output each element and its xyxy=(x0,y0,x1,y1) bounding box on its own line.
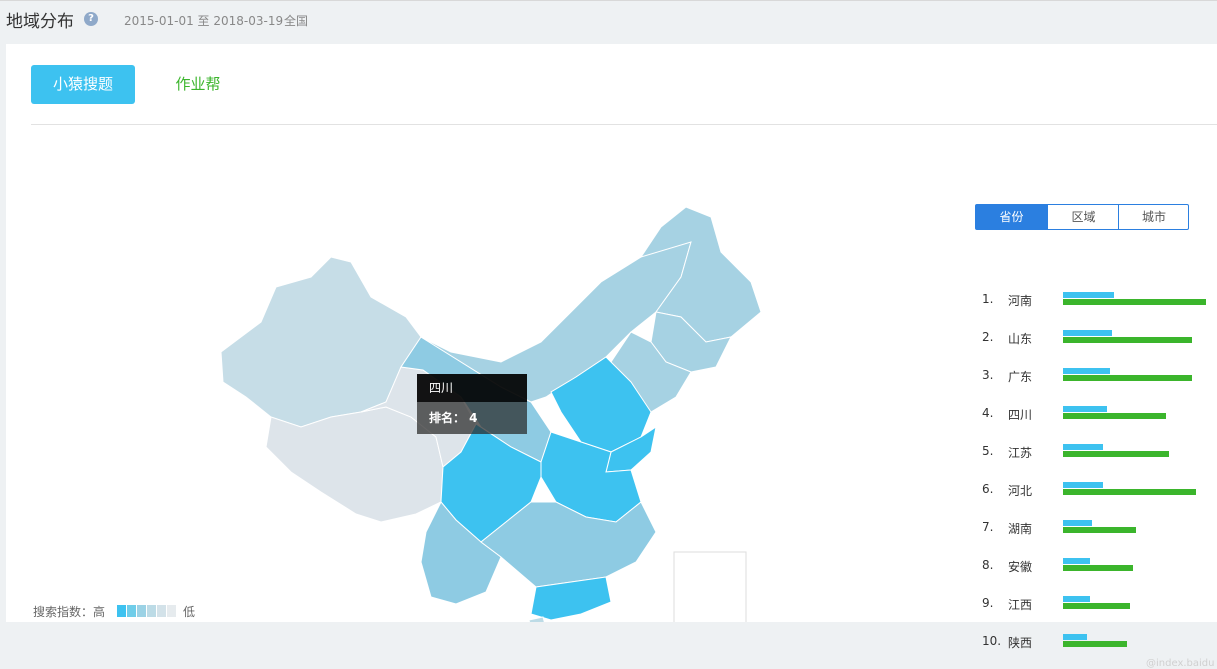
page-title: 地域分布 xyxy=(6,12,74,32)
rank-bar-zuoyebang xyxy=(1063,641,1127,647)
rank-province-name[interactable]: 江苏 xyxy=(1008,444,1032,461)
ranking-row: 8. 安徽 xyxy=(982,551,1217,589)
rank-bar-zuoyebang xyxy=(1063,565,1133,571)
legend-swatch xyxy=(147,605,156,617)
ranking-row: 7. 湖南 xyxy=(982,513,1217,551)
rank-bar-xiaoyuan xyxy=(1063,444,1103,450)
rank-bar-xiaoyuan xyxy=(1063,596,1090,602)
rank-province-name[interactable]: 安徽 xyxy=(1008,558,1032,575)
rank-bar-xiaoyuan xyxy=(1063,406,1107,412)
rank-bar-zuoyebang xyxy=(1063,451,1169,457)
rank-number: 10. xyxy=(982,634,1002,648)
legend-swatch xyxy=(117,605,126,617)
south-sea-inset xyxy=(673,551,747,622)
rank-bar-zuoyebang xyxy=(1063,375,1192,381)
keyword-tab-zuoyebang[interactable]: 作业帮 xyxy=(156,65,240,104)
rank-province-name[interactable]: 山东 xyxy=(1008,330,1032,347)
legend-low-label: 低 xyxy=(183,605,196,619)
ranking-row: 2. 山东 xyxy=(982,323,1217,361)
rank-province-name[interactable]: 四川 xyxy=(1008,406,1032,423)
tab-city[interactable]: 城市 xyxy=(1118,205,1189,229)
tab-province[interactable]: 省份 xyxy=(976,205,1047,229)
rank-number: 1. xyxy=(982,292,994,306)
rank-bar-xiaoyuan xyxy=(1063,558,1090,564)
rank-number: 7. xyxy=(982,520,994,534)
rank-number: 3. xyxy=(982,368,994,382)
legend-high-label: 搜索指数：高 xyxy=(33,605,106,619)
rank-bar-zuoyebang xyxy=(1063,603,1130,609)
rank-number: 2. xyxy=(982,330,994,344)
rank-bar-xiaoyuan xyxy=(1063,482,1103,488)
region-scope: 全国 xyxy=(284,14,309,28)
rank-bar-xiaoyuan xyxy=(1063,520,1092,526)
ranking-row: 1. 河南 xyxy=(982,285,1217,323)
map-tooltip: 四川 排名： 4 xyxy=(417,374,527,434)
legend-swatch xyxy=(127,605,136,617)
tooltip-province: 四川 xyxy=(417,374,527,402)
rank-number: 5. xyxy=(982,444,994,458)
legend-swatch xyxy=(167,605,176,617)
rank-province-name[interactable]: 江西 xyxy=(1008,596,1032,613)
rank-bar-zuoyebang xyxy=(1063,489,1196,495)
rank-bar-xiaoyuan xyxy=(1063,330,1112,336)
rank-province-name[interactable]: 河南 xyxy=(1008,292,1032,309)
ranking-row: 9. 江西 xyxy=(982,589,1217,627)
header: 地域分布 ? 2015-01-01 至 2018-03-19 全国 xyxy=(0,0,1217,43)
ranking-tab-group: 省份 区域 城市 xyxy=(975,204,1189,230)
rank-province-name[interactable]: 湖南 xyxy=(1008,520,1032,537)
rank-bar-zuoyebang xyxy=(1063,527,1136,533)
rank-province-name[interactable]: 河北 xyxy=(1008,482,1032,499)
ranking-row: 3. 广东 xyxy=(982,361,1217,399)
ranking-row: 5. 江苏 xyxy=(982,437,1217,475)
keyword-tab-xiaoyuan[interactable]: 小猿搜题 xyxy=(31,65,135,104)
rank-bar-xiaoyuan xyxy=(1063,292,1114,298)
legend-scale xyxy=(117,605,176,617)
rank-bar-zuoyebang xyxy=(1063,337,1192,343)
region-panel: 小猿搜题 作业帮 南海 诸岛 四川 排名： 4 搜索指数：高 低 省份 区域 城… xyxy=(6,44,1217,669)
rank-province-name[interactable]: 陕西 xyxy=(1008,634,1032,651)
watermark: @index.baidu xyxy=(1146,658,1215,669)
rank-number: 6. xyxy=(982,482,994,496)
rank-number: 8. xyxy=(982,558,994,572)
rank-number: 9. xyxy=(982,596,994,610)
date-range: 2015-01-01 至 2018-03-19 xyxy=(124,14,284,28)
tab-region[interactable]: 区域 xyxy=(1047,205,1119,229)
rank-bar-xiaoyuan xyxy=(1063,634,1087,640)
rank-bar-xiaoyuan xyxy=(1063,368,1110,374)
divider xyxy=(31,124,1217,125)
legend-swatch xyxy=(157,605,166,617)
rank-bar-zuoyebang xyxy=(1063,413,1166,419)
ranking-row: 4. 四川 xyxy=(982,399,1217,437)
help-icon[interactable]: ? xyxy=(84,12,98,26)
rank-number: 4. xyxy=(982,406,994,420)
rank-bar-zuoyebang xyxy=(1063,299,1206,305)
legend-swatch xyxy=(137,605,146,617)
rank-province-name[interactable]: 广东 xyxy=(1008,368,1032,385)
tooltip-rank: 排名： 4 xyxy=(417,402,527,434)
ranking-row: 6. 河北 xyxy=(982,475,1217,513)
